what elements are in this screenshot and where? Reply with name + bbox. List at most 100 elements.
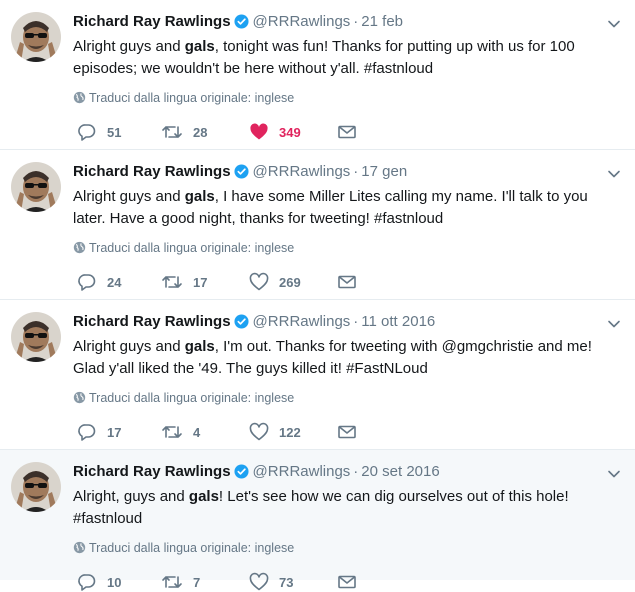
tweet-timestamp[interactable]: 20 set 2016 bbox=[361, 463, 439, 480]
translate-link[interactable]: Traduci dalla lingua originale: inglese bbox=[73, 540, 294, 558]
like-count: 349 bbox=[279, 124, 301, 140]
envelope-icon bbox=[337, 572, 357, 592]
verified-badge-icon bbox=[234, 464, 249, 485]
reply-button[interactable]: 17 bbox=[77, 422, 121, 442]
tweet[interactable]: Richard Ray Rawlings @RRRawlings · 20 set 2… bbox=[0, 450, 635, 591]
direct-message-button[interactable] bbox=[337, 422, 357, 442]
globe-icon bbox=[73, 541, 86, 558]
reply-count: 24 bbox=[107, 274, 122, 290]
verified-badge-icon bbox=[234, 164, 249, 185]
translate-link[interactable]: Traduci dalla lingua originale: inglese bbox=[73, 240, 294, 258]
author-name[interactable]: Richard Ray Rawlings bbox=[73, 463, 231, 480]
reply-icon bbox=[77, 122, 97, 142]
retweet-icon bbox=[161, 572, 183, 592]
like-button[interactable]: 269 bbox=[249, 272, 301, 292]
separator-dot: · bbox=[353, 313, 359, 330]
envelope-icon bbox=[337, 272, 357, 292]
reply-button[interactable]: 10 bbox=[77, 572, 121, 592]
reply-count: 51 bbox=[107, 124, 122, 140]
like-count: 269 bbox=[279, 274, 301, 290]
tweet-header: Richard Ray Rawlings @RRRawlings · 17 gen bbox=[73, 162, 407, 185]
retweet-button[interactable]: 7 bbox=[161, 572, 200, 592]
retweet-icon bbox=[161, 122, 183, 142]
reply-icon bbox=[77, 572, 97, 592]
tweet-text: Alright guys and gals, tonight was fun! … bbox=[73, 38, 575, 77]
tweet-actions: 24 17 269 bbox=[73, 272, 373, 292]
globe-icon bbox=[73, 391, 86, 408]
tweet-timestamp[interactable]: 17 gen bbox=[361, 163, 407, 180]
author-handle[interactable]: @RRRawlings bbox=[253, 163, 351, 180]
heart-icon bbox=[249, 272, 269, 292]
translate-label[interactable]: Traduci dalla lingua originale: inglese bbox=[89, 241, 294, 255]
retweet-icon bbox=[161, 272, 183, 292]
chevron-down-icon[interactable] bbox=[607, 466, 621, 484]
avatar[interactable] bbox=[11, 462, 61, 512]
retweet-count: 7 bbox=[193, 574, 201, 590]
author-name[interactable]: Richard Ray Rawlings bbox=[73, 13, 231, 30]
like-count: 122 bbox=[279, 424, 301, 440]
separator-dot: · bbox=[353, 13, 359, 30]
tweet[interactable]: Richard Ray Rawlings @RRRawlings · 11 ott 2… bbox=[0, 300, 635, 450]
tweet[interactable]: Richard Ray Rawlings @RRRawlings · 17 gen A… bbox=[0, 150, 635, 300]
tweet-timestamp[interactable]: 11 ott 2016 bbox=[361, 313, 435, 330]
author-handle[interactable]: @RRRawlings bbox=[253, 463, 351, 480]
retweet-button[interactable]: 28 bbox=[161, 122, 207, 142]
tweet-timeline: Richard Ray Rawlings @RRRawlings · 21 feb A… bbox=[0, 0, 635, 591]
tweet[interactable]: Richard Ray Rawlings @RRRawlings · 21 feb A… bbox=[0, 0, 635, 150]
tweet-header: Richard Ray Rawlings @RRRawlings · 21 feb bbox=[73, 12, 403, 35]
tweet-text: Alright guys and gals, I have some Mille… bbox=[73, 188, 588, 227]
envelope-icon bbox=[337, 122, 357, 142]
reply-button[interactable]: 51 bbox=[77, 122, 121, 142]
chevron-down-icon[interactable] bbox=[607, 316, 621, 334]
retweet-button[interactable]: 4 bbox=[161, 422, 200, 442]
reply-count: 17 bbox=[107, 424, 122, 440]
translate-label[interactable]: Traduci dalla lingua originale: inglese bbox=[89, 391, 294, 405]
retweet-button[interactable]: 17 bbox=[161, 272, 207, 292]
separator-dot: · bbox=[353, 463, 359, 480]
tweet-text: Alright guys and gals, I'm out. Thanks f… bbox=[73, 338, 592, 377]
like-button[interactable]: 122 bbox=[249, 422, 301, 442]
tweet-text: Alright, guys and gals! Let's see how we… bbox=[73, 488, 569, 527]
tweet-header: Richard Ray Rawlings @RRRawlings · 11 ott 2… bbox=[73, 312, 435, 335]
translate-label[interactable]: Traduci dalla lingua originale: inglese bbox=[89, 91, 294, 105]
author-handle[interactable]: @RRRawlings bbox=[253, 13, 351, 30]
tweet-header: Richard Ray Rawlings @RRRawlings · 20 set 2… bbox=[73, 462, 440, 485]
reply-button[interactable]: 24 bbox=[77, 272, 121, 292]
like-count: 73 bbox=[279, 574, 294, 590]
tweet-actions: 10 7 73 bbox=[73, 572, 373, 592]
tweet-actions: 17 4 122 bbox=[73, 422, 373, 442]
tweet-actions: 51 28 349 bbox=[73, 122, 373, 142]
translate-link[interactable]: Traduci dalla lingua originale: inglese bbox=[73, 390, 294, 408]
heart-icon bbox=[249, 422, 269, 442]
globe-icon bbox=[73, 241, 86, 258]
reply-icon bbox=[77, 422, 97, 442]
author-handle[interactable]: @RRRawlings bbox=[253, 313, 351, 330]
tweet-timestamp[interactable]: 21 feb bbox=[361, 13, 403, 30]
retweet-count: 28 bbox=[193, 124, 208, 140]
separator-dot: · bbox=[353, 163, 359, 180]
avatar[interactable] bbox=[11, 312, 61, 362]
chevron-down-icon[interactable] bbox=[607, 16, 621, 34]
heart-icon bbox=[249, 572, 269, 592]
translate-label[interactable]: Traduci dalla lingua originale: inglese bbox=[89, 541, 294, 555]
author-name[interactable]: Richard Ray Rawlings bbox=[73, 163, 231, 180]
avatar[interactable] bbox=[11, 12, 61, 62]
chevron-down-icon[interactable] bbox=[607, 166, 621, 184]
envelope-icon bbox=[337, 422, 357, 442]
reply-count: 10 bbox=[107, 574, 122, 590]
retweet-count: 17 bbox=[193, 274, 208, 290]
translate-link[interactable]: Traduci dalla lingua originale: inglese bbox=[73, 90, 294, 108]
avatar[interactable] bbox=[11, 162, 61, 212]
like-button[interactable]: 73 bbox=[249, 572, 293, 592]
heart-icon bbox=[249, 122, 269, 142]
reply-icon bbox=[77, 272, 97, 292]
direct-message-button[interactable] bbox=[337, 272, 357, 292]
like-button[interactable]: 349 bbox=[249, 122, 301, 142]
verified-badge-icon bbox=[234, 314, 249, 335]
retweet-icon bbox=[161, 422, 183, 442]
direct-message-button[interactable] bbox=[337, 122, 357, 142]
verified-badge-icon bbox=[234, 14, 249, 35]
globe-icon bbox=[73, 91, 86, 108]
author-name[interactable]: Richard Ray Rawlings bbox=[73, 313, 231, 330]
direct-message-button[interactable] bbox=[337, 572, 357, 592]
